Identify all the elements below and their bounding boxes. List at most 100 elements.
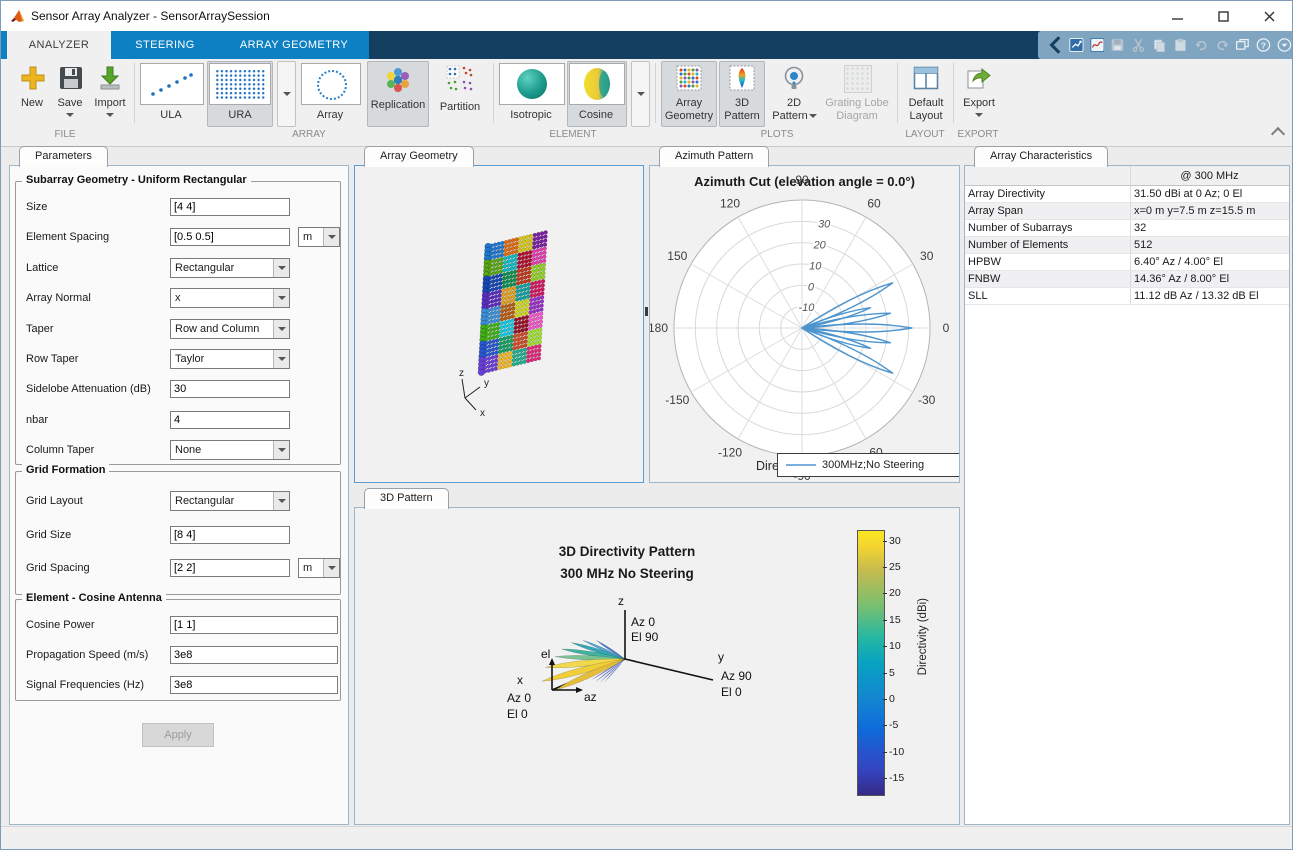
import-dropdown-icon[interactable]	[106, 113, 114, 117]
array-geometry-plot[interactable]: zyx	[355, 166, 643, 482]
array-icon	[317, 70, 347, 100]
element-gallery-dropdown[interactable]	[631, 61, 650, 127]
windows-icon[interactable]	[1235, 36, 1250, 54]
tab-array-characteristics[interactable]: Array Characteristics	[974, 146, 1108, 167]
copy-icon[interactable]	[1152, 36, 1167, 54]
colorbar-tick-5: 5	[889, 667, 895, 679]
azimuth-legend[interactable]: 300MHz;No Steering	[777, 453, 960, 477]
panel-splitter-handle[interactable]	[645, 307, 648, 316]
export-button[interactable]: Export	[957, 61, 1001, 127]
tab-azimuth-pattern[interactable]: Azimuth Pattern	[659, 146, 769, 167]
back-chevron-icon[interactable]	[1048, 36, 1063, 54]
window-controls	[1154, 1, 1292, 31]
polar-radial-label: 20	[813, 240, 827, 252]
array-geometry-plot-button[interactable]: Array Geometry	[661, 61, 717, 127]
param-lattice-select[interactable]: Rectangular	[170, 258, 290, 278]
colorbar-tick--15: -15	[889, 772, 904, 784]
table-row-number-of-subarrays[interactable]: Number of Subarrays32	[965, 220, 1289, 237]
row-label: Array Directivity	[968, 186, 1128, 202]
save-icon[interactable]	[1110, 36, 1125, 54]
colorbar-tick-10: 10	[889, 640, 901, 652]
minimize-button[interactable]	[1154, 1, 1200, 31]
tab-parameters[interactable]: Parameters	[19, 146, 108, 167]
array-button[interactable]: Array	[301, 63, 361, 125]
polar-angle-label: 0	[943, 321, 950, 335]
geometry-axis-label-z: z	[459, 368, 464, 379]
param-label-grid-size: Grid Size	[26, 529, 71, 541]
tab-analyzer[interactable]: ANALYZER	[7, 31, 111, 59]
ura-button[interactable]: URA	[207, 61, 273, 127]
param-taper-select[interactable]: Row and Column	[170, 319, 290, 339]
azimuth-pattern-panel: Azimuth Pattern Azimuth Cut (elevation a…	[649, 146, 960, 483]
param-column-taper-select[interactable]: None	[170, 440, 290, 460]
param-grid-size-input[interactable]	[170, 526, 290, 544]
table-row-fnbw[interactable]: FNBW14.36° Az / 8.00° El	[965, 271, 1289, 288]
table-row-array-span[interactable]: Array Spanx=0 m y=7.5 m z=15.5 m	[965, 203, 1289, 220]
parameters-body: Subarray Geometry - Uniform RectangularS…	[9, 165, 349, 825]
row-value: 31.50 dBi at 0 Az; 0 El	[1134, 186, 1289, 202]
array-gallery-dropdown[interactable]	[277, 61, 296, 127]
tab-steering[interactable]: STEERING	[111, 31, 219, 59]
beam-x-el: El 0	[507, 707, 528, 721]
table-row-number-of-elements[interactable]: Number of Elements512	[965, 237, 1289, 254]
replication-button[interactable]: Replication	[367, 61, 429, 127]
undo-icon[interactable]	[1194, 36, 1209, 54]
export-dropdown-icon[interactable]	[975, 113, 983, 117]
table-row-sll[interactable]: SLL11.12 dB Az / 13.32 dB El	[965, 288, 1289, 305]
param-signal-frequencies-hz-input[interactable]	[170, 676, 338, 694]
param-element-spacing-input[interactable]	[170, 228, 290, 246]
characteristics-body: @ 300 MHzArray Directivity31.50 dBi at 0…	[964, 165, 1290, 825]
new-plot-icon[interactable]	[1069, 36, 1084, 54]
pattern-3d-button[interactable]: 3D Pattern	[719, 61, 765, 127]
collapse-ribbon-icon[interactable]	[1271, 127, 1285, 141]
param-size-input[interactable]	[170, 198, 290, 216]
table-row-array-directivity[interactable]: Array Directivity 31.50 dBi at 0 Az; 0 El	[965, 186, 1289, 203]
selected-value: Row and Column	[175, 323, 259, 335]
tab-array-geometry[interactable]: ARRAY GEOMETRY	[219, 31, 369, 59]
isotropic-button[interactable]: Isotropic	[499, 63, 565, 125]
param-row-taper-select[interactable]: Taylor	[170, 349, 290, 369]
ula-button[interactable]: ULA	[140, 63, 204, 125]
maximize-button[interactable]	[1200, 1, 1246, 31]
import-button[interactable]: Import	[89, 63, 129, 121]
table-row-hpbw[interactable]: HPBW6.40° Az / 4.00° El	[965, 254, 1289, 271]
param-array-normal-select[interactable]: x	[170, 288, 290, 308]
close-button[interactable]	[1246, 1, 1292, 31]
param-propagation-speed-m-s-input[interactable]	[170, 646, 338, 664]
azimuth-body: Azimuth Cut (elevation angle = 0.0°) 030…	[649, 165, 960, 483]
tab-3d-pattern[interactable]: 3D Pattern	[364, 488, 449, 509]
param-element-spacing-unit-select[interactable]: m	[298, 227, 340, 247]
default-layout-button[interactable]: Default Layout	[901, 61, 951, 127]
toolbar-menu-icon[interactable]	[1277, 36, 1292, 54]
param-label-grid-spacing: Grid Spacing	[26, 562, 90, 574]
pattern-2d-dropdown-icon[interactable]	[809, 114, 817, 118]
param-sidelobe-attenuation-db-input[interactable]	[170, 380, 290, 398]
open-plot-icon[interactable]	[1090, 36, 1105, 54]
tab-array-geometry-plot[interactable]: Array Geometry	[364, 146, 474, 167]
azimuth-polar-plot[interactable]: 0306090120150180-150-120-90-60-303020100…	[650, 166, 959, 481]
help-icon[interactable]: ?	[1256, 36, 1271, 54]
beam-axis-z: z	[618, 594, 624, 608]
array-geometry-panel: Array Geometry zyx	[354, 146, 644, 483]
param-cosine-power-input[interactable]	[170, 616, 338, 634]
param-grid-layout-select[interactable]: Rectangular	[170, 491, 290, 511]
polar-angle-label: 180	[650, 321, 668, 335]
apply-button[interactable]: Apply	[142, 723, 214, 747]
save-button[interactable]: Save	[53, 63, 87, 121]
param-grid-spacing-input[interactable]	[170, 559, 290, 577]
colorbar-tick-0: 0	[889, 693, 895, 705]
polar-angle-label: 30	[920, 249, 934, 263]
param-label-nbar: nbar	[26, 414, 48, 426]
redo-icon[interactable]	[1215, 36, 1230, 54]
pattern-2d-button[interactable]: 2D Pattern	[767, 61, 821, 127]
new-button[interactable]: New	[15, 63, 49, 121]
paste-icon[interactable]	[1173, 36, 1188, 54]
row-value: 512	[1134, 237, 1289, 253]
cut-icon[interactable]	[1131, 36, 1146, 54]
param-nbar-input[interactable]	[170, 411, 290, 429]
save-dropdown-icon[interactable]	[66, 113, 74, 117]
cosine-button[interactable]: Cosine	[567, 61, 627, 127]
chevron-down-icon	[323, 228, 339, 246]
partition-button[interactable]: Partition	[433, 63, 487, 125]
param-grid-spacing-unit-select[interactable]: m	[298, 558, 340, 578]
